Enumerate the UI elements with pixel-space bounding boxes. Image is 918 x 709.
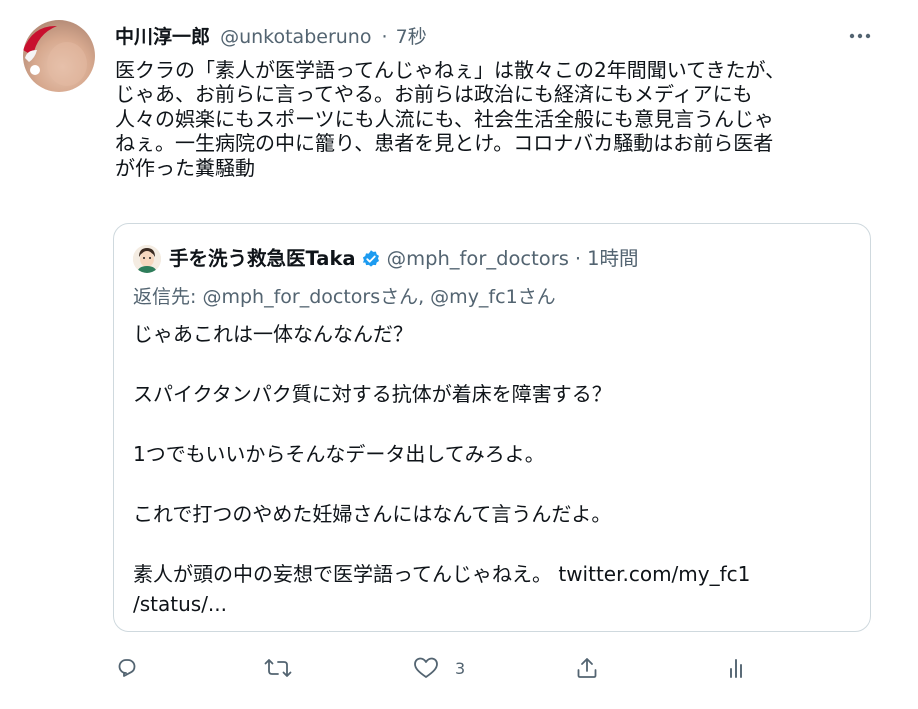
tweet[interactable]: 中川淳一郎 @unkotaberuno · 7秒 医クラの「素人が医学語ってんじ… — [0, 0, 918, 709]
avatar[interactable] — [23, 20, 95, 92]
reply-icon — [118, 659, 136, 677]
share-icon — [577, 658, 597, 678]
retweet-button[interactable] — [264, 650, 292, 686]
share-button[interactable] — [575, 650, 599, 686]
quoted-timestamp[interactable]: 1時間 — [587, 246, 638, 272]
reply-button[interactable] — [115, 650, 139, 686]
separator: · — [381, 26, 388, 48]
replying-to: 返信先: @mph_for_doctorsさん, @my_fc1さん — [133, 284, 556, 310]
action-bar: 3 — [0, 650, 918, 686]
quoted-avatar[interactable] — [133, 245, 161, 273]
replying-to-label: 返信先: — [133, 286, 203, 308]
quoted-header: 手を洗う救急医Taka @mph_for_doctors · 1時間 — [169, 246, 639, 272]
handle[interactable]: @unkotaberuno — [220, 26, 371, 48]
like-count: 3 — [455, 658, 466, 678]
quoted-tweet[interactable]: 手を洗う救急医Taka @mph_for_doctors · 1時間 返信先: … — [113, 223, 871, 632]
quoted-separator: · — [574, 247, 582, 270]
santa-hat-icon — [23, 25, 87, 86]
doctor-avatar-icon — [133, 245, 161, 273]
analytics-icon — [730, 659, 742, 678]
retweet-icon — [264, 659, 292, 677]
like-button[interactable]: 3 — [413, 650, 465, 686]
verified-badge-icon — [361, 249, 381, 269]
analytics-button[interactable] — [724, 650, 748, 686]
like-icon — [414, 657, 438, 678]
quoted-handle[interactable]: @mph_for_doctors — [387, 246, 569, 272]
quoted-display-name[interactable]: 手を洗う救急医Taka — [169, 246, 356, 272]
timestamp[interactable]: 7秒 — [396, 26, 427, 48]
tweet-header: 中川淳一郎 @unkotaberuno · 7秒 — [115, 24, 427, 50]
display-name[interactable]: 中川淳一郎 — [115, 26, 210, 48]
tweet-text: 医クラの「素人が医学語ってんじゃねぇ」は散々この2年間聞いてきたが、 じゃあ、お… — [115, 58, 786, 180]
reply-mentions[interactable]: @mph_for_doctorsさん, @my_fc1さん — [202, 286, 555, 308]
more-dots-icon — [849, 33, 871, 39]
quoted-text: じゃあこれは一体なんなんだ？ スパイクタンパク質に対する抗体が着床を障害する？ … — [133, 322, 751, 616]
more-options-button[interactable] — [846, 25, 874, 47]
